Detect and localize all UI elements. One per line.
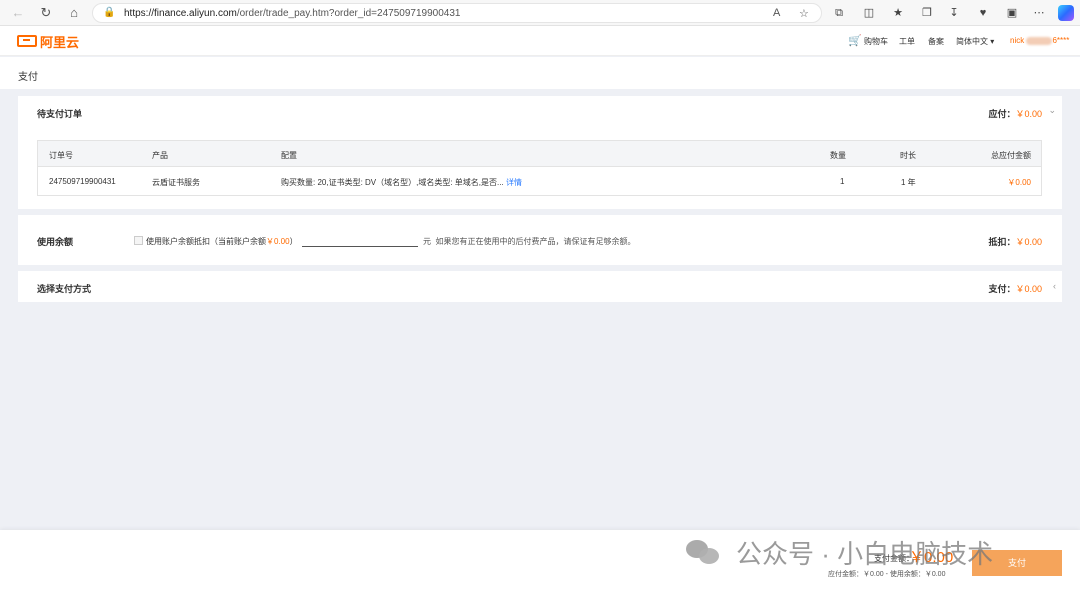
detail-link[interactable]: 详情 — [506, 177, 522, 188]
balance-title: 使用余额 — [37, 237, 74, 247]
caret-down-icon: ▾ — [990, 37, 995, 46]
home-icon[interactable]: ⌂ — [66, 5, 82, 21]
aliyun-logo-icon — [17, 35, 37, 47]
due-amount: ￥0.00 — [1015, 109, 1042, 119]
read-aloud-icon[interactable]: A — [773, 7, 780, 19]
cell-product: 云盾证书服务 — [152, 178, 200, 187]
logo-text: 阿里云 — [40, 34, 80, 50]
cart-link[interactable]: 购物车 — [864, 36, 888, 47]
col-total: 总应付金额 — [991, 151, 1031, 160]
cell-duration: 1 年 — [901, 178, 916, 187]
deduct-value: ￥0.00 — [1015, 237, 1042, 247]
balance-note-text: 如果您有正在使用中的后付费产品，请保证有足够余额。 — [435, 237, 636, 246]
unit-label: 元 — [423, 237, 431, 246]
page-title: 支付 — [18, 72, 38, 83]
collections-icon[interactable]: ❐ — [919, 5, 935, 21]
extensions-icon[interactable]: ⧉ — [831, 5, 847, 21]
user-account[interactable]: nick 6**** — [1010, 36, 1069, 45]
address-bar[interactable]: 🔒 https://finance.aliyun.com/order/trade… — [92, 3, 822, 23]
cell-total: ￥0.00 — [1007, 178, 1031, 187]
screenshot-icon[interactable]: ▣ — [1004, 5, 1020, 21]
aliyun-logo[interactable]: 阿里云 — [17, 33, 80, 50]
url-text: https://finance.aliyun.com/order/trade_p… — [124, 8, 461, 19]
reload-icon[interactable]: ↻ — [38, 5, 54, 21]
user-name-suffix: 6**** — [1052, 36, 1070, 45]
payment-footer: 支付金额： ￥0.00 应付金额：￥0.00 - 使用余额：￥0.00 支付 — [0, 530, 1080, 596]
order-due: 应付：￥0.00 — [988, 107, 1042, 120]
copilot-icon[interactable] — [1058, 5, 1074, 21]
lock-icon: 🔒 — [103, 7, 116, 18]
col-config: 配置 — [281, 151, 297, 160]
pending-order-title: 待支付订单 — [37, 109, 83, 119]
deduct-label: 抵扣： — [988, 237, 1016, 247]
table-header — [38, 141, 1041, 167]
balance-label-close: ） — [289, 237, 298, 246]
filing-link[interactable]: 备案 — [928, 36, 944, 47]
more-menu-icon[interactable]: ⋯ — [1031, 5, 1047, 21]
expand-chevron-icon[interactable]: ‹ — [1053, 281, 1056, 291]
pay-total-label: 支付金额： — [874, 554, 914, 563]
pending-order-section: 待支付订单 应付：￥0.00 ⌄ 订单号 产品 配置 数量 时长 总应付金额 2… — [18, 96, 1062, 209]
language-label: 简体中文 — [956, 37, 988, 46]
col-duration: 时长 — [900, 151, 916, 160]
user-name-prefix: nick — [1010, 36, 1025, 45]
site-header: 阿里云 🛒 购物车 工单 备案 简体中文 ▾ nick 6**** — [0, 26, 1080, 56]
col-product: 产品 — [152, 151, 168, 160]
cell-quantity: 1 — [840, 177, 845, 186]
balance-amount-input[interactable] — [302, 232, 418, 247]
favorite-star-icon[interactable]: ☆ — [799, 7, 809, 20]
payment-method-title: 选择支付方式 — [37, 284, 92, 294]
ticket-link[interactable]: 工单 — [899, 36, 915, 47]
redacted-mask — [1026, 36, 1053, 45]
deduct-amount: 抵扣：￥0.00 — [988, 235, 1042, 248]
back-arrow-icon[interactable]: ← — [10, 5, 26, 21]
payment-method-section[interactable]: 选择支付方式 支付：￥0.00 ‹ — [18, 271, 1062, 302]
language-selector[interactable]: 简体中文 ▾ — [956, 36, 994, 47]
cart-icon[interactable]: 🛒 — [848, 34, 862, 47]
pay-label: 支付： — [988, 284, 1016, 294]
order-table: 订单号 产品 配置 数量 时长 总应付金额 247509719900431 云盾… — [37, 140, 1042, 196]
page-title-bar: 支付 — [0, 57, 1080, 89]
use-balance-checkbox[interactable] — [134, 236, 143, 245]
split-screen-icon[interactable]: ◫ — [861, 5, 877, 21]
due-label: 应付： — [988, 109, 1016, 119]
balance-section: 使用余额 使用账户余额抵扣（当前账户余额￥0.00） 元 如果您有正在使用中的后… — [18, 215, 1062, 265]
col-quantity: 数量 — [830, 151, 846, 160]
current-balance: ￥0.00 — [266, 237, 290, 246]
balance-note: 元 如果您有正在使用中的后付费产品，请保证有足够余额。 — [423, 236, 635, 247]
cell-order-id: 247509719900431 — [49, 177, 116, 186]
collapse-chevron-icon[interactable]: ⌄ — [1048, 105, 1056, 116]
pay-button[interactable]: 支付 — [972, 550, 1062, 576]
pay-total-amount: ￥0.00 — [909, 549, 954, 566]
pay-value: ￥0.00 — [1015, 284, 1042, 294]
cell-config: 购买数量: 20,证书类型: DV（域名型）,域名类型: 单域名,是否... — [281, 178, 504, 187]
payment-amount: 支付：￥0.00 — [988, 282, 1042, 295]
downloads-icon[interactable]: ↧ — [946, 5, 962, 21]
favorites-icon[interactable]: ★ — [890, 5, 906, 21]
use-balance-label: 使用账户余额抵扣（当前账户余额￥0.00） — [146, 236, 298, 247]
browser-toolbar: ← ↻ ⌂ 🔒 https://finance.aliyun.com/order… — [0, 0, 1080, 26]
pay-summary: 应付金额：￥0.00 - 使用余额：￥0.00 — [828, 571, 946, 578]
balance-label-text: 使用账户余额抵扣（当前账户余额 — [146, 237, 266, 246]
col-order-id: 订单号 — [49, 151, 73, 160]
browser-essentials-icon[interactable]: ♥ — [975, 5, 991, 21]
